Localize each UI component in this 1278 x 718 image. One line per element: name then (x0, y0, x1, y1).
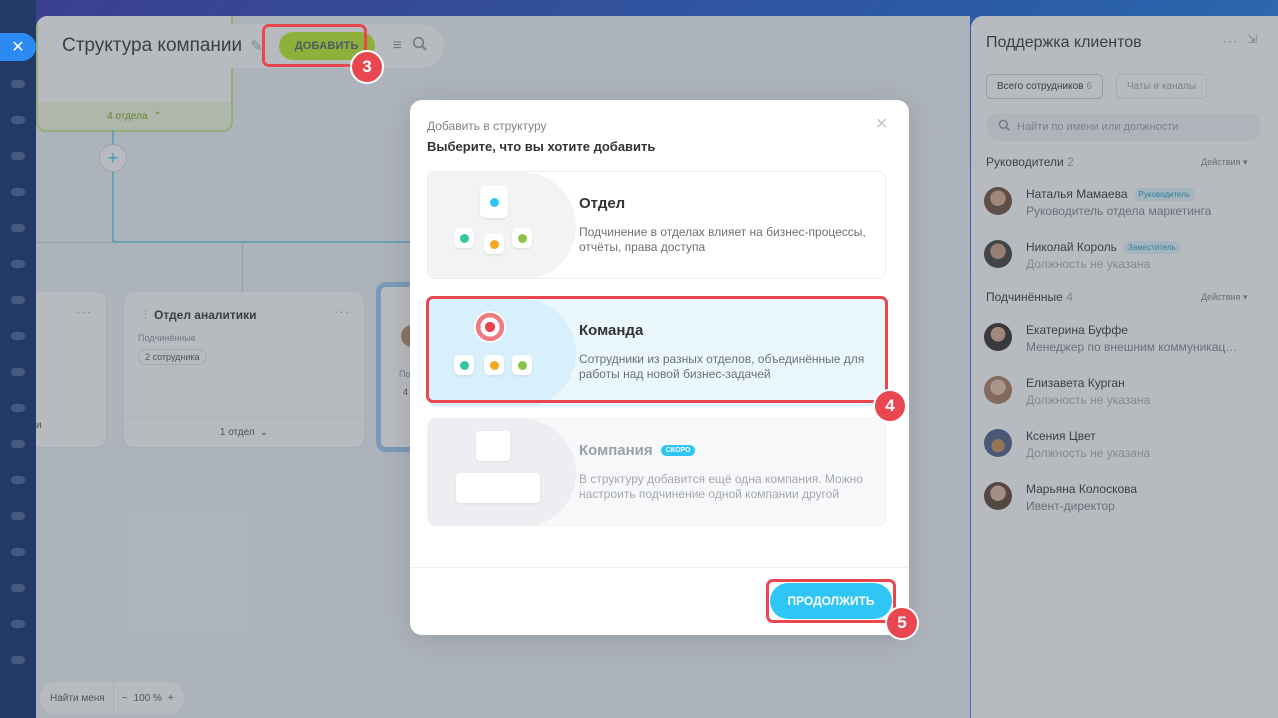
soon-badge: СКОРО (660, 445, 696, 456)
step-badge-3: 3 (350, 50, 384, 84)
panel-backdrop (971, 16, 1278, 718)
close-slider-button[interactable]: ✕ (0, 33, 36, 61)
dialog-subtitle: Добавить в структуру (427, 119, 547, 133)
company-illustration (428, 419, 576, 525)
option-description: В структуру добавится ещё одна компания.… (579, 472, 863, 501)
close-icon[interactable]: ✕ (11, 37, 24, 57)
option-description: Подчинение в отделах влияет на бизнес-пр… (579, 225, 866, 254)
option-company: Компания СКОРО В структуру добавится ещё … (427, 418, 886, 526)
option-department[interactable]: Отдел Подчинение в отделах влияет на биз… (427, 171, 886, 279)
left-rail (0, 0, 36, 718)
dialog-divider (410, 567, 909, 568)
close-icon[interactable]: ✕ (875, 114, 888, 134)
option-title: Отдел (579, 195, 626, 212)
building-icon (476, 431, 510, 461)
department-illustration (428, 172, 576, 278)
step-badge-5: 5 (885, 606, 919, 640)
step-badge-4: 4 (873, 389, 907, 423)
company-card-icon (456, 473, 540, 503)
dialog-title: Выберите, что вы хотите добавить (427, 139, 656, 154)
highlight-team-option (426, 296, 888, 403)
highlight-continue-button (766, 579, 896, 623)
option-title: Компания (579, 442, 653, 459)
